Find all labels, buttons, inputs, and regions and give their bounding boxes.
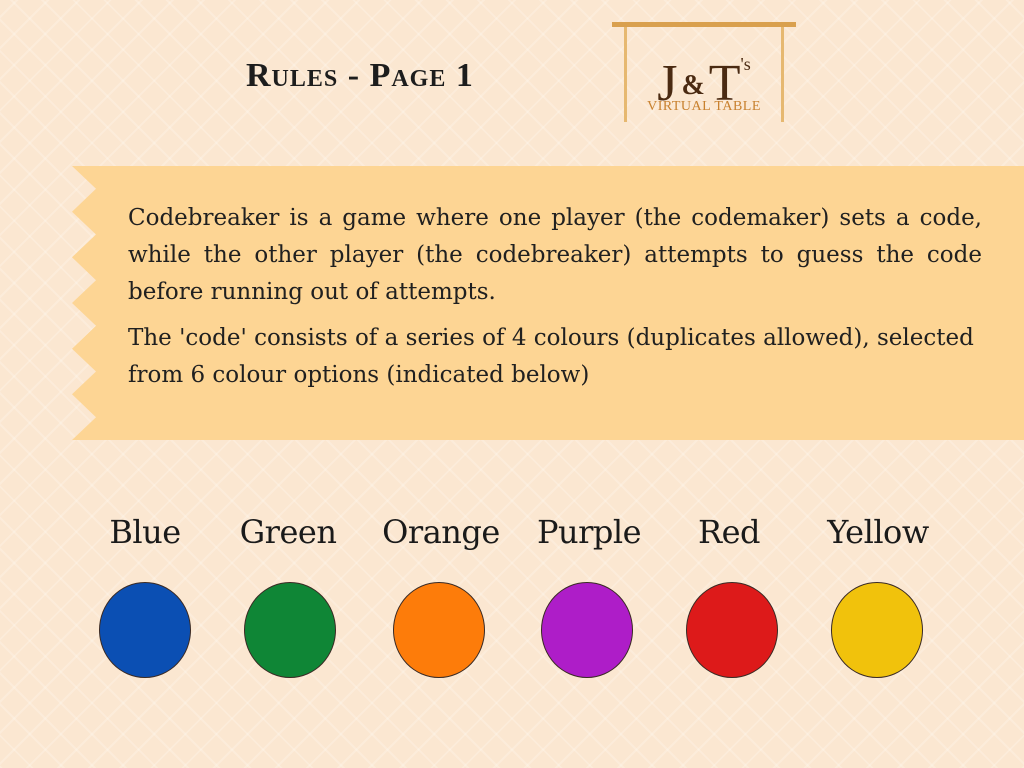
rules-text: Codebreaker is a game where one player (… (128, 200, 982, 394)
logo-ampersand: & (681, 70, 705, 101)
rules-paragraph-1: Codebreaker is a game where one player (… (128, 205, 982, 305)
page-title: Rules - Page 1 (246, 57, 474, 94)
logo-subtitle: VIRTUAL TABLE (647, 99, 761, 114)
colour-swatch-orange (393, 582, 485, 678)
colour-swatch-blue (99, 582, 191, 678)
logo-possessive-suffix: 's (740, 54, 751, 74)
colour-label-yellow: Yellow (827, 513, 929, 551)
colour-swatch-red (686, 582, 778, 678)
rules-paragraph-2: The 'code' consists of a series of 4 col… (128, 325, 974, 388)
colour-swatch-purple (541, 582, 633, 678)
colour-label-purple: Purple (536, 513, 642, 551)
colour-label-orange: Orange (382, 513, 500, 551)
logo-frame-top (612, 22, 796, 27)
colour-swatch-green (244, 582, 336, 678)
jt-virtual-table-logo: J &T's VIRTUAL TABLE (612, 22, 796, 122)
colour-label-green: Green (239, 513, 337, 551)
colour-label-red: Red (697, 513, 761, 551)
colour-label-blue: Blue (109, 513, 181, 551)
colour-swatch-yellow (831, 582, 923, 678)
